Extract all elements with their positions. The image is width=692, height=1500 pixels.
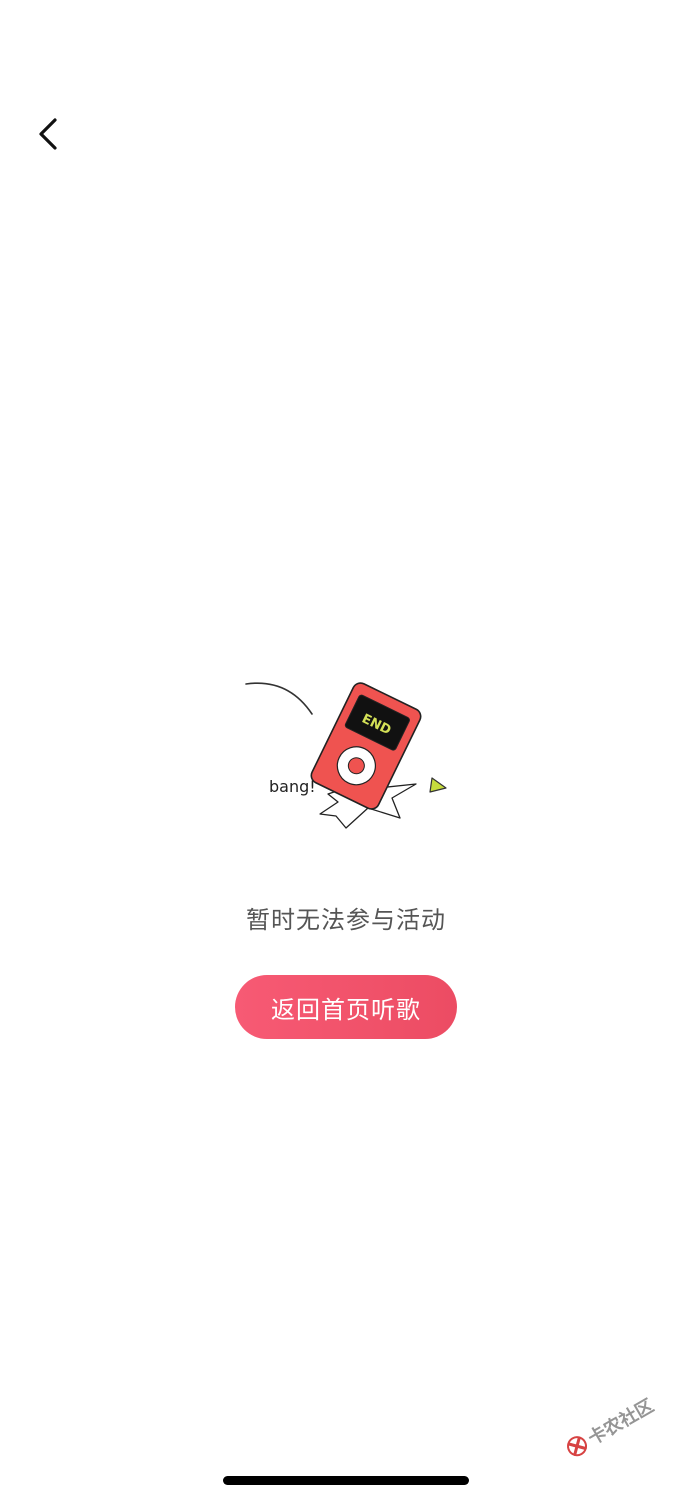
empty-state-illustration: END bang! bbox=[240, 672, 452, 832]
empty-state-message: 暂时无法参与活动 bbox=[246, 906, 446, 934]
motion-arc bbox=[245, 682, 313, 715]
home-indicator bbox=[223, 1476, 469, 1485]
music-player-device: END bbox=[310, 682, 422, 810]
back-button[interactable] bbox=[22, 108, 74, 160]
watermark: 卡农社区 bbox=[550, 1371, 672, 1482]
watermark-text: 卡农社区 bbox=[584, 1395, 658, 1450]
chevron-left-icon bbox=[39, 118, 57, 150]
return-home-button[interactable]: 返回首页听歌 bbox=[235, 975, 457, 1039]
bang-caption: bang! bbox=[269, 777, 316, 796]
triangle-shape bbox=[429, 777, 447, 793]
